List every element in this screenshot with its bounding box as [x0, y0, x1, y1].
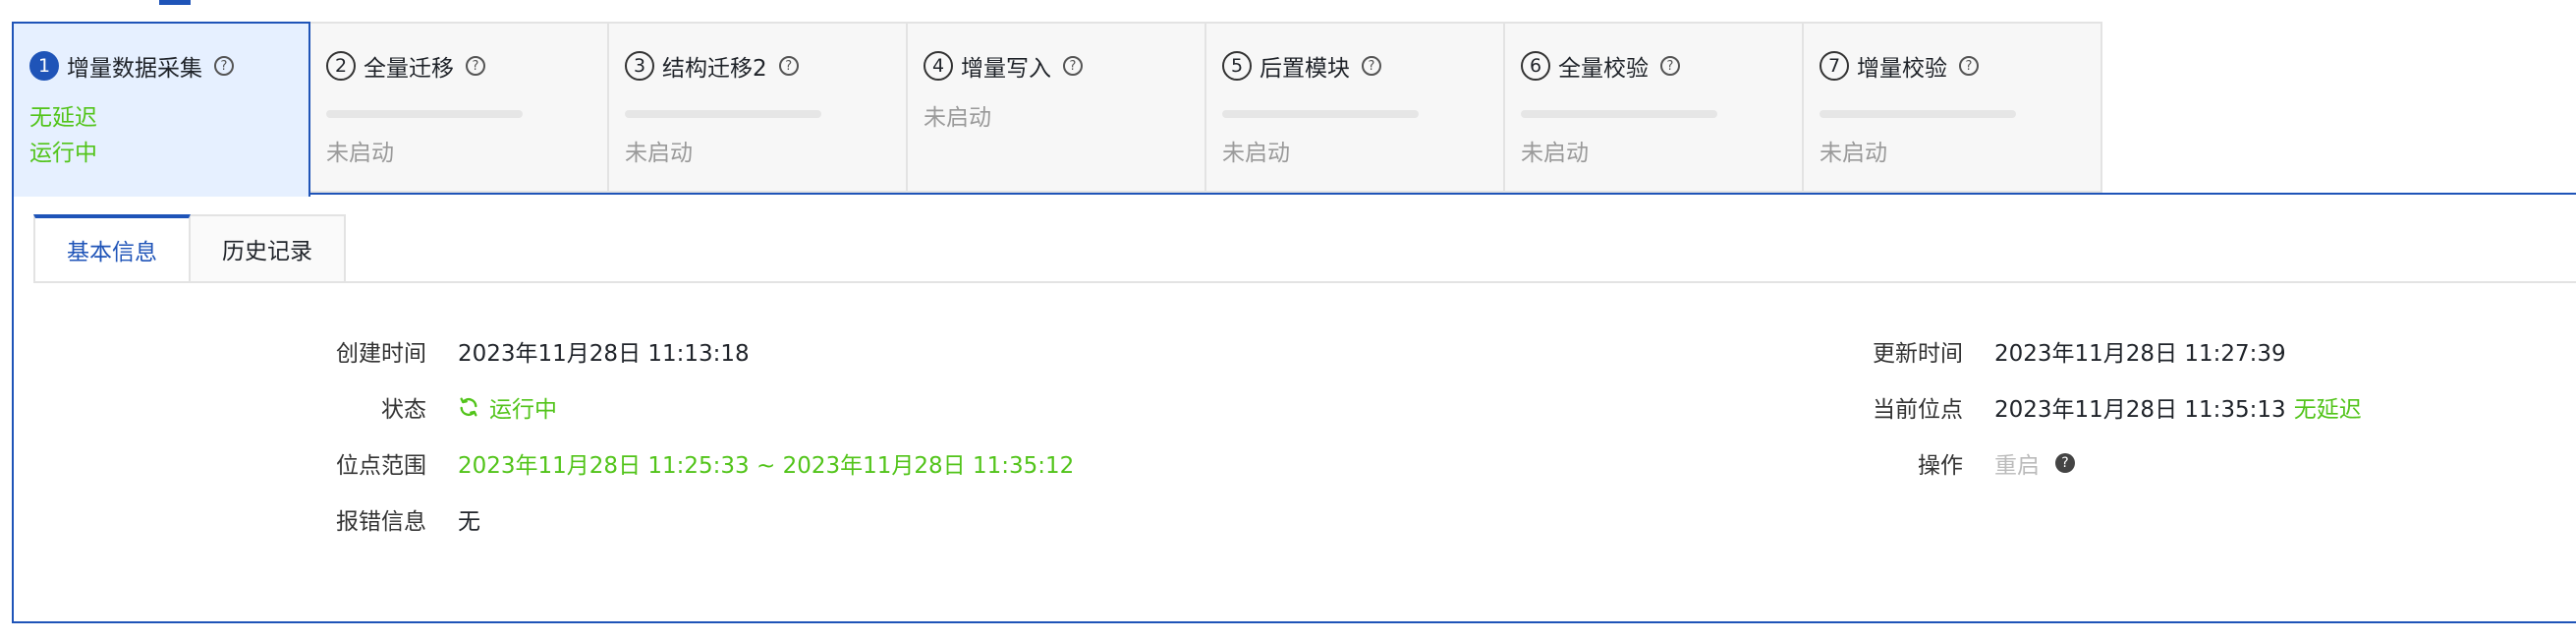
updated-time-label: 更新时间: [1873, 341, 1963, 367]
step-number-badge: 6: [1521, 51, 1550, 81]
step-status: 未启动: [1222, 141, 1290, 166]
step-title: 增量校验: [1857, 56, 1947, 82]
detail-panel: 基本信息 历史记录 创建时间 2023年11月28日 11:13:18 状态 运…: [12, 193, 2576, 623]
updated-time-value: 2023年11月28日 11:27:39: [1994, 341, 2286, 367]
question-circle-icon[interactable]: ?: [1660, 56, 1680, 76]
step-number-badge: 7: [1820, 51, 1849, 81]
steps-bar: 1 增量数据采集 ? 无延迟 运行中 2 全量迁移 ? 未启动 3 结构迁移2 …: [12, 22, 2102, 197]
current-position-value: 2023年11月28日 11:35:13 无延迟: [1994, 390, 2362, 424]
step-4-card[interactable]: 4 增量写入 ? 未启动: [908, 22, 1206, 193]
state-text: 运行中: [489, 397, 557, 423]
step-progress-bar: [1222, 110, 1419, 118]
restart-button[interactable]: 重启: [1994, 446, 2040, 480]
question-circle-icon[interactable]: ?: [2055, 453, 2075, 473]
row-created-time: 创建时间 2023年11月28日 11:13:18: [181, 334, 750, 368]
step-7-card[interactable]: 7 增量校验 ? 未启动: [1804, 22, 2102, 193]
position-range-label: 位点范围: [336, 453, 426, 479]
error-info-label: 报错信息: [336, 509, 426, 535]
step-title: 全量迁移: [364, 56, 454, 82]
step-title: 增量写入: [961, 56, 1051, 82]
step-progress-bar: [1521, 110, 1717, 118]
sync-icon: [460, 397, 477, 417]
step-status: 运行中: [29, 141, 97, 166]
step-title: 增量数据采集: [67, 56, 202, 82]
step-number-badge: 1: [29, 51, 59, 81]
step-status: 未启动: [1820, 141, 1887, 166]
action-label: 操作: [1918, 453, 1963, 479]
question-circle-icon[interactable]: ?: [1362, 56, 1381, 76]
step-progress-bar: [1820, 110, 2016, 118]
step-title: 后置模块: [1260, 56, 1350, 82]
step-status: 未启动: [625, 141, 693, 166]
created-time-value: 2023年11月28日 11:13:18: [458, 341, 750, 367]
current-position-time: 2023年11月28日 11:35:13: [1994, 397, 2286, 423]
tab-history[interactable]: 历史记录: [191, 214, 346, 283]
question-circle-icon[interactable]: ?: [778, 56, 799, 76]
state-value: 运行中: [458, 390, 557, 424]
step-number-badge: 3: [625, 51, 654, 81]
question-circle-icon[interactable]: ?: [1959, 56, 1979, 76]
row-state: 状态 运行中: [181, 390, 557, 424]
question-circle-icon[interactable]: ?: [466, 56, 485, 76]
row-error-info: 报错信息 无: [181, 502, 480, 536]
state-label: 状态: [381, 397, 426, 423]
tab-divider: [33, 281, 2576, 283]
step-progress-bar: [326, 110, 523, 118]
question-circle-icon[interactable]: ?: [1063, 56, 1083, 76]
top-tab-indicator: [159, 0, 191, 5]
step-3-card[interactable]: 3 结构迁移2 ? 未启动: [609, 22, 908, 193]
question-circle-icon[interactable]: ?: [214, 56, 234, 76]
detail-tabs: 基本信息 历史记录: [33, 214, 346, 283]
created-time-label: 创建时间: [336, 341, 426, 367]
step-number-badge: 4: [924, 51, 953, 81]
step-5-card[interactable]: 5 后置模块 ? 未启动: [1206, 22, 1505, 193]
step-2-card[interactable]: 2 全量迁移 ? 未启动: [310, 22, 609, 193]
step-lag-text: 无延迟: [29, 105, 97, 131]
row-updated-time: 更新时间 2023年11月28日 11:27:39: [800, 334, 2286, 368]
step-title: 结构迁移2: [662, 56, 767, 82]
current-position-lag: 无延迟: [2293, 397, 2362, 423]
step-title: 全量校验: [1558, 56, 1649, 82]
current-position-label: 当前位点: [1873, 397, 1963, 423]
step-status: 未启动: [924, 105, 991, 131]
step-number-badge: 5: [1222, 51, 1252, 81]
action-value: 重启 ?: [1994, 446, 2075, 480]
error-info-value: 无: [458, 509, 480, 535]
tab-basic-info[interactable]: 基本信息: [33, 214, 191, 283]
step-progress-bar: [625, 110, 821, 118]
row-action: 操作 重启 ?: [800, 446, 2075, 480]
step-1-card[interactable]: 1 增量数据采集 ? 无延迟 运行中: [12, 22, 310, 197]
row-current-position: 当前位点 2023年11月28日 11:35:13 无延迟: [800, 390, 2362, 424]
step-number-badge: 2: [326, 51, 356, 81]
step-status: 未启动: [1521, 141, 1589, 166]
step-6-card[interactable]: 6 全量校验 ? 未启动: [1505, 22, 1804, 193]
step-status: 未启动: [326, 141, 394, 166]
